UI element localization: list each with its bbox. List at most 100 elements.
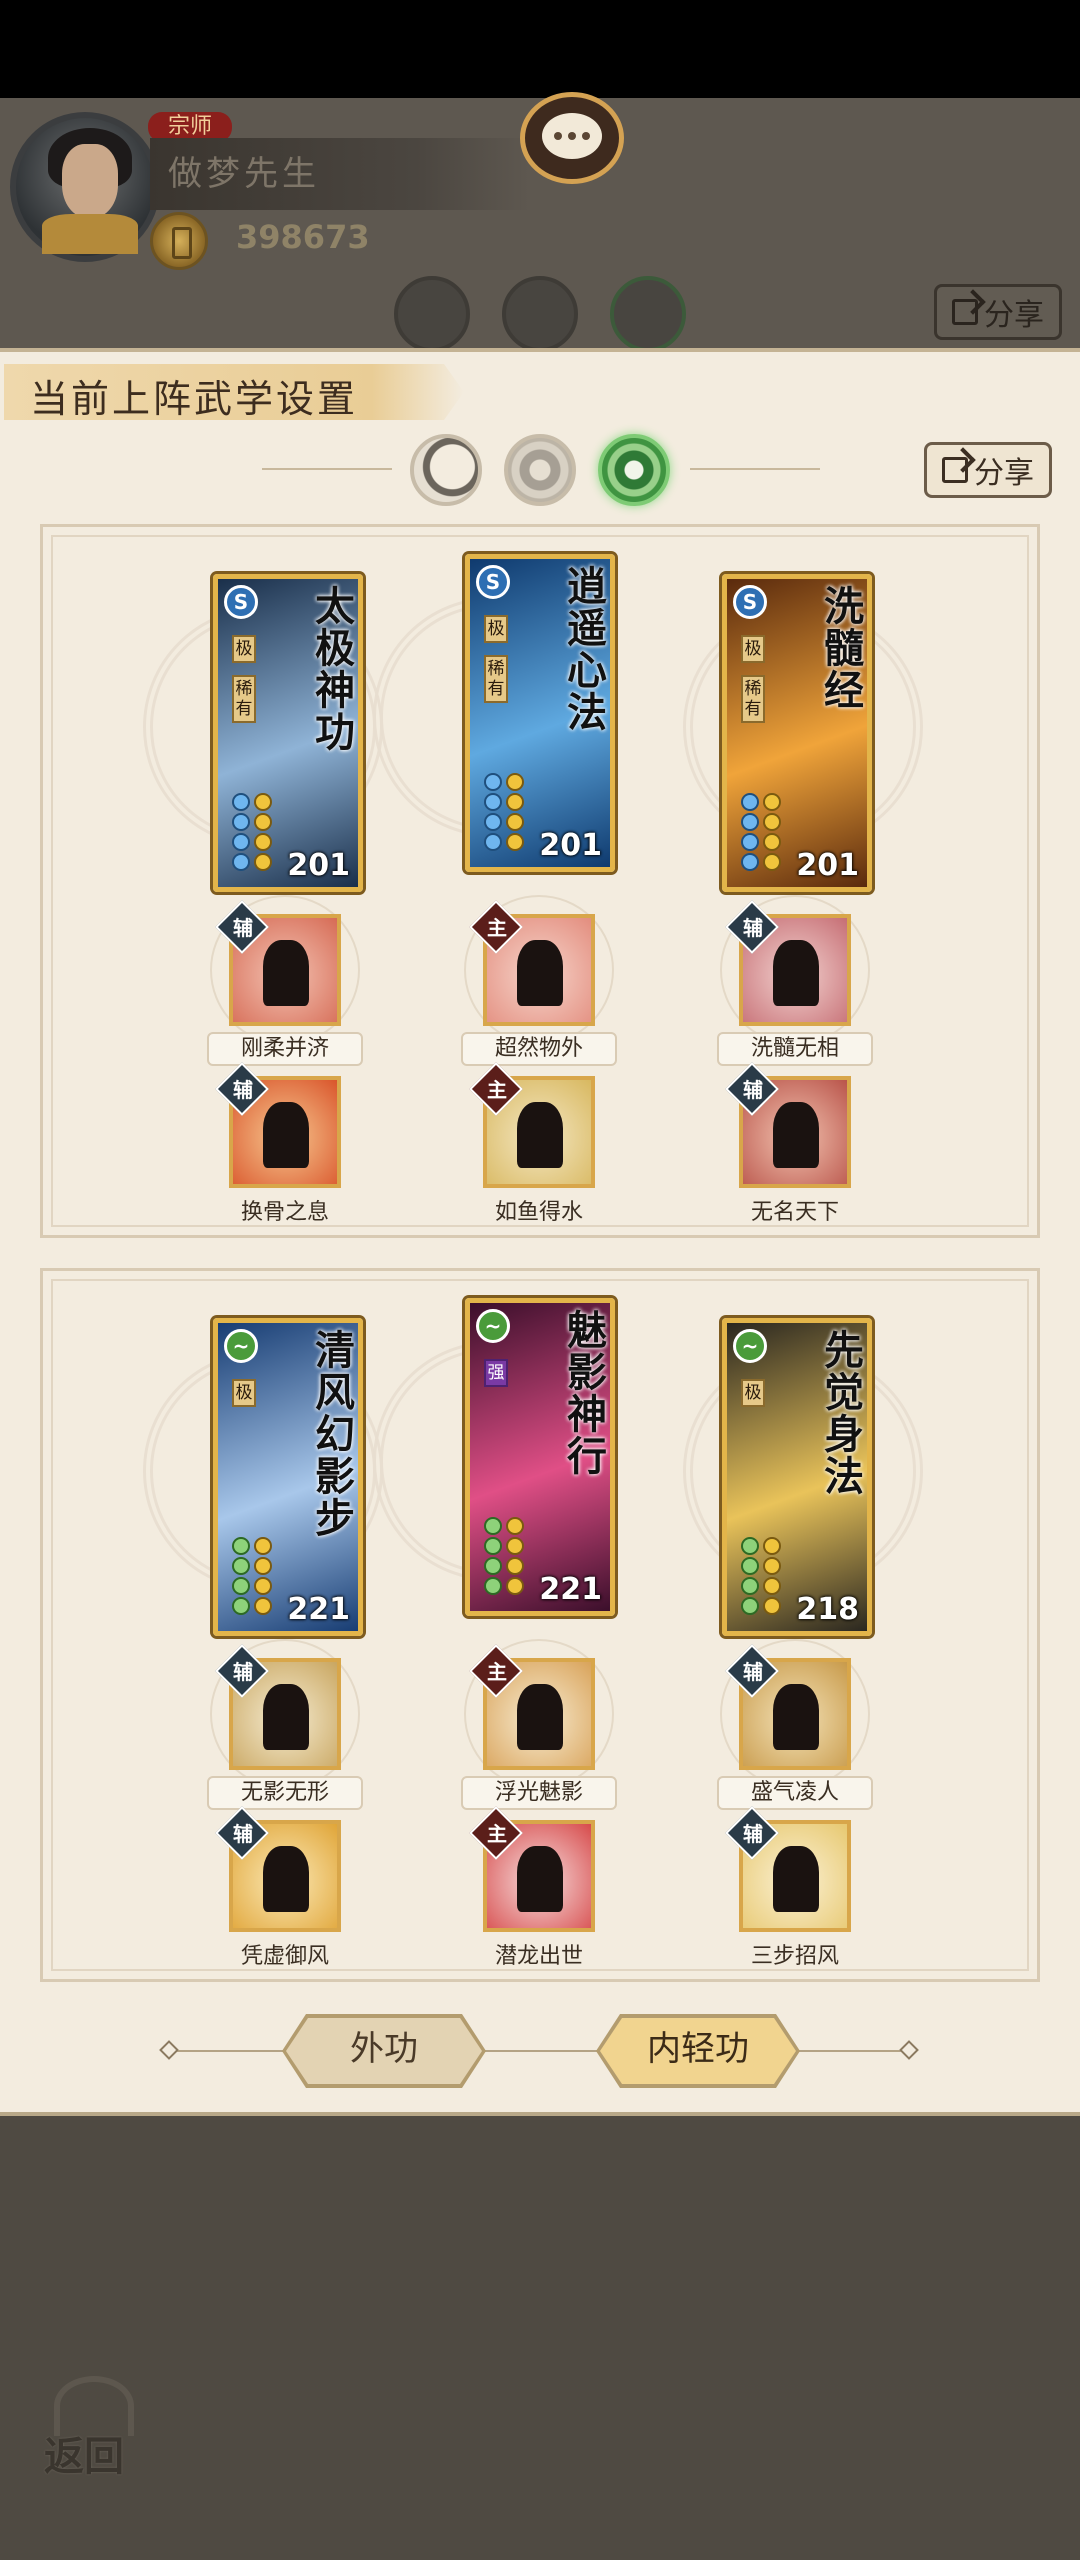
role-label: 主 xyxy=(487,1660,507,1684)
role-label: 主 xyxy=(487,916,507,940)
passive-skill-icon[interactable]: 辅 xyxy=(215,900,341,1026)
stance-moon-icon[interactable] xyxy=(410,434,482,506)
role-label: 主 xyxy=(487,1078,507,1102)
pip-icon xyxy=(486,775,500,789)
skill-type-wind-icon: ~ xyxy=(733,1329,767,1363)
passive-skill-icon[interactable]: 辅 xyxy=(725,1806,851,1932)
card-title: 洗髓经 xyxy=(817,585,864,711)
martial-art-card[interactable]: S 极稀有 太极神功 201 xyxy=(213,574,363,892)
passive-skill-icon[interactable]: 主 xyxy=(469,1062,595,1188)
skill-silhouette xyxy=(773,1102,819,1168)
pip-icon xyxy=(743,1539,757,1553)
header-moon-stance-icon xyxy=(394,276,470,352)
pip-icon xyxy=(743,815,757,829)
card-pips xyxy=(486,775,526,855)
pip-gold-icon xyxy=(508,1519,522,1533)
role-label: 辅 xyxy=(743,1078,763,1102)
avatar-face xyxy=(62,144,118,218)
pip-icon xyxy=(743,1599,757,1613)
pip-gold-icon xyxy=(765,835,779,849)
skill-type-wind-icon: ~ xyxy=(476,1309,510,1343)
card-level: 221 xyxy=(539,1572,602,1607)
skill-type-wind-icon: ~ xyxy=(224,1329,258,1363)
card-tier-tag: 极 xyxy=(741,635,765,663)
tab-external[interactable]: 外功 xyxy=(286,2018,482,2084)
pip-gold-icon xyxy=(256,855,270,869)
header-share-button[interactable]: 分享 xyxy=(934,284,1062,340)
card-level: 221 xyxy=(287,1592,350,1627)
pip-icon xyxy=(743,795,757,809)
share-label: 分享 xyxy=(974,456,1034,491)
martial-art-card[interactable]: ~ 极 清风幻影步 221 xyxy=(213,1318,363,1636)
martial-art-card[interactable]: ~ 极 先觉身法 218 xyxy=(722,1318,872,1636)
passive-skill-icon[interactable]: 辅 xyxy=(725,1644,851,1770)
card-level: 218 xyxy=(796,1592,859,1627)
martial-art-card[interactable]: S 极稀有 洗髓经 201 xyxy=(722,574,872,892)
passive-skill-icon[interactable]: 辅 xyxy=(215,1644,341,1770)
skill-name: 盛气凌人 xyxy=(717,1776,873,1810)
tab-internal[interactable]: 内轻功 xyxy=(600,2018,796,2084)
stance-divider-right xyxy=(690,468,820,470)
card-tier-tag: 极 xyxy=(232,1379,256,1407)
stance-jade-icon[interactable] xyxy=(598,434,670,506)
chat-button[interactable] xyxy=(520,92,624,184)
passive-skill-icon[interactable]: 辅 xyxy=(215,1062,341,1188)
pip-icon xyxy=(234,795,248,809)
card-title: 清风幻影步 xyxy=(308,1329,355,1539)
pip-gold-icon xyxy=(256,835,270,849)
skill-name: 洗髓无相 xyxy=(717,1032,873,1066)
skill-silhouette xyxy=(773,1684,819,1750)
pip-gold-icon xyxy=(765,1559,779,1573)
passive-skill-icon[interactable]: 辅 xyxy=(725,1062,851,1188)
pip-gold-icon xyxy=(256,1539,270,1553)
pip-gold-icon xyxy=(765,815,779,829)
pip-gold-icon xyxy=(256,1559,270,1573)
skill-silhouette xyxy=(263,1102,309,1168)
pip-icon xyxy=(486,815,500,829)
pip-icon xyxy=(234,1559,248,1573)
header-share-label: 分享 xyxy=(984,298,1044,333)
passive-skill-icon[interactable]: 主 xyxy=(469,900,595,1026)
pip-icon xyxy=(486,1559,500,1573)
pip-gold-icon xyxy=(765,855,779,869)
card-pips xyxy=(234,795,274,875)
card-title: 魅影神行 xyxy=(560,1309,607,1477)
pip-gold-icon xyxy=(508,775,522,789)
card-level: 201 xyxy=(539,828,602,863)
back-button[interactable]: 返回 xyxy=(36,2370,156,2480)
skill-name: 浮光魅影 xyxy=(461,1776,617,1810)
passive-skill-icon[interactable]: 辅 xyxy=(725,900,851,1026)
martial-art-card[interactable]: S 极稀有 逍遥心法 201 xyxy=(465,554,615,872)
skill-type-s-icon: S xyxy=(476,565,510,599)
passive-skill-icon[interactable]: 辅 xyxy=(215,1806,341,1932)
passive-skill-icon[interactable]: 主 xyxy=(469,1644,595,1770)
pip-gold-icon xyxy=(508,795,522,809)
card-tier-tag: 稀有 xyxy=(232,675,256,723)
card-tier-tag: 稀有 xyxy=(484,655,508,703)
role-label: 辅 xyxy=(233,1078,253,1102)
avatar[interactable] xyxy=(10,112,160,262)
skill-name: 凭虚御风 xyxy=(240,1944,329,1969)
pip-gold-icon xyxy=(765,795,779,809)
header-jade-stance-icon xyxy=(610,276,686,352)
pip-gold-icon xyxy=(508,1579,522,1593)
skill-silhouette xyxy=(517,1684,563,1750)
pip-gold-icon xyxy=(765,1599,779,1613)
skill-silhouette xyxy=(517,1102,563,1168)
role-label: 辅 xyxy=(743,1660,763,1684)
avatar-body xyxy=(42,214,138,254)
card-tier-tag: 强 xyxy=(484,1359,508,1387)
pip-gold-icon xyxy=(508,1559,522,1573)
stance-divider-left xyxy=(262,468,392,470)
share-button[interactable]: 分享 xyxy=(924,442,1052,498)
pip-icon xyxy=(486,1539,500,1553)
skill-name: 无影无形 xyxy=(207,1776,363,1810)
passive-skill-icon[interactable]: 主 xyxy=(469,1806,595,1932)
pip-gold-icon xyxy=(508,835,522,849)
card-pips xyxy=(743,795,783,875)
martial-art-card[interactable]: ~ 强 魅影神行 221 xyxy=(465,1298,615,1616)
stance-sun-icon[interactable] xyxy=(504,434,576,506)
pip-icon xyxy=(486,835,500,849)
panel-title: 当前上阵武学设置 xyxy=(30,377,359,421)
pip-gold-icon xyxy=(508,1539,522,1553)
